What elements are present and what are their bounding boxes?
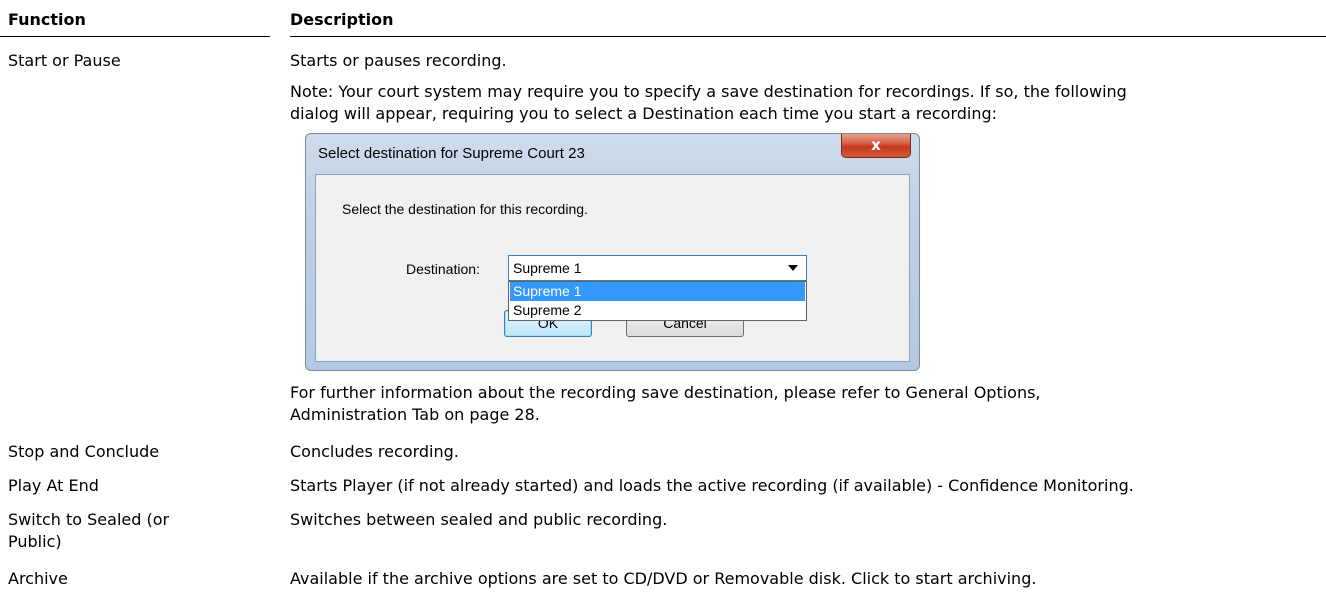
description-switch-to-sealed: Switches between sealed and public recor… xyxy=(290,510,668,529)
destination-combobox[interactable]: Supreme 1 xyxy=(508,255,807,281)
function-stop-and-conclude: Stop and Conclude xyxy=(8,442,160,461)
table-header-description: Description xyxy=(290,10,394,29)
dropdown-option-supreme-2[interactable]: Supreme 2 xyxy=(510,301,805,320)
dropdown-option-supreme-1[interactable]: Supreme 1 xyxy=(510,282,805,301)
function-archive: Archive xyxy=(8,569,68,588)
function-start-or-pause: Start or Pause xyxy=(8,51,121,70)
note-line-1: Note: Your court system may require you … xyxy=(290,82,1127,101)
destination-selected-value: Supreme 1 xyxy=(513,260,582,276)
function-switch-to-sealed-line-2: Public) xyxy=(8,532,62,551)
after-note-line-2: Administration Tab on page 28. xyxy=(290,405,540,424)
note-line-2: dialog will appear, requiring you to sel… xyxy=(290,104,998,123)
dialog-client-area: Select the destination for this recordin… xyxy=(315,174,910,362)
close-button[interactable]: x xyxy=(841,134,911,158)
chevron-down-icon[interactable] xyxy=(788,265,798,271)
dialog-message: Select the destination for this recordin… xyxy=(342,201,588,217)
header-rule-left xyxy=(0,36,270,37)
description-play-at-end: Starts Player (if not already started) a… xyxy=(290,476,1134,495)
function-play-at-end: Play At End xyxy=(8,476,99,495)
destination-dialog: Select destination for Supreme Court 23 … xyxy=(305,133,920,371)
destination-label: Destination: xyxy=(406,261,480,277)
description-start-or-pause: Starts or pauses recording. xyxy=(290,51,507,70)
description-archive: Available if the archive options are set… xyxy=(290,569,1037,588)
description-stop-and-conclude: Concludes recording. xyxy=(290,442,459,461)
function-switch-to-sealed-line-1: Switch to Sealed (or xyxy=(8,510,170,529)
after-note-line-1: For further information about the record… xyxy=(290,383,1041,402)
header-rule-right xyxy=(290,36,1326,37)
close-icon: x xyxy=(871,136,881,154)
dialog-title: Select destination for Supreme Court 23 xyxy=(318,145,585,162)
table-header-function: Function xyxy=(8,10,86,29)
destination-dropdown-list: Supreme 1 Supreme 2 xyxy=(508,281,807,321)
